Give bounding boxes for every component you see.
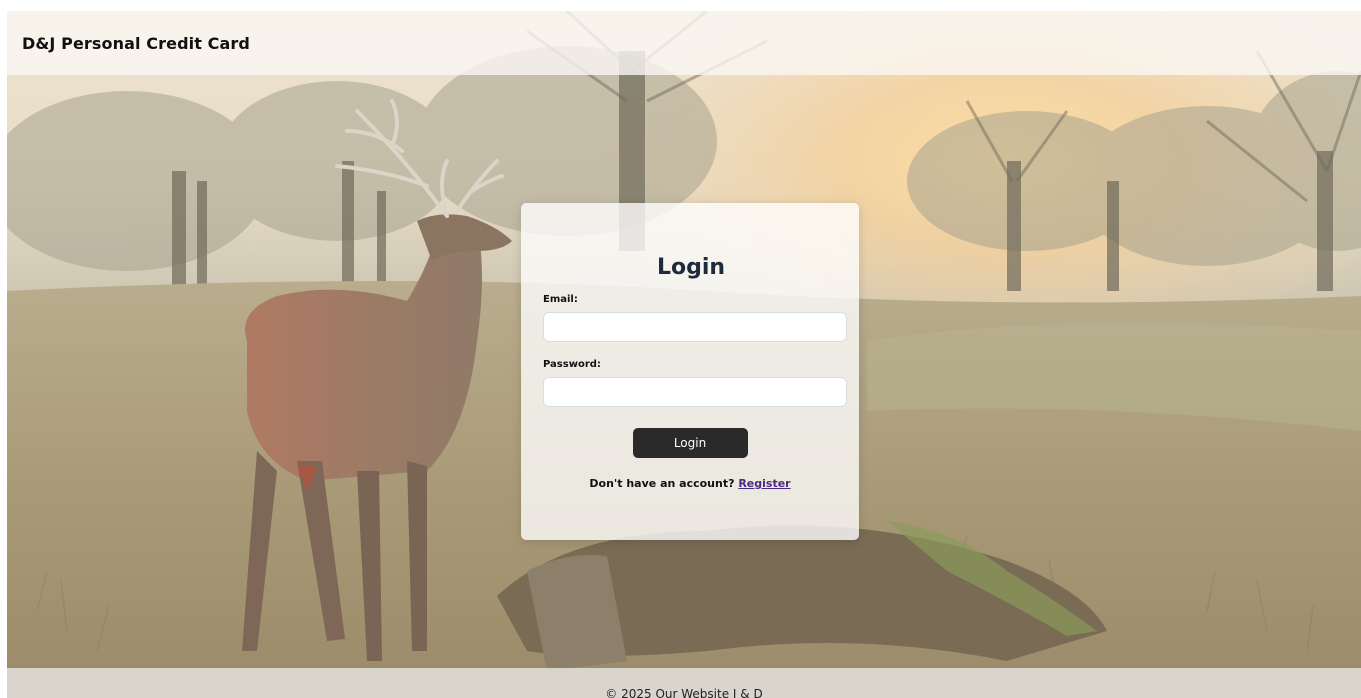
- page: D&J Personal Credit Card Login Email: Pa…: [7, 11, 1361, 698]
- register-link[interactable]: Register: [738, 477, 790, 490]
- submit-wrapper: Login: [543, 428, 848, 458]
- email-input[interactable]: [543, 312, 847, 342]
- password-label: Password:: [543, 359, 601, 370]
- login-title: Login: [656, 255, 726, 280]
- site-header: D&J Personal Credit Card: [7, 11, 1361, 75]
- brand-title[interactable]: D&J Personal Credit Card: [22, 34, 250, 53]
- copyright-text: © 2025 Our Website J & D: [605, 687, 763, 698]
- password-input[interactable]: [543, 377, 847, 407]
- register-prompt-line: Don't have an account? Register: [543, 477, 848, 490]
- email-label: Email:: [543, 294, 578, 305]
- site-footer: © 2025 Our Website J & D: [7, 668, 1361, 698]
- login-card: Login Email: Password: Login Don't have …: [521, 203, 859, 540]
- register-prompt: Don't have an account?: [589, 477, 735, 490]
- login-button[interactable]: Login: [632, 428, 748, 458]
